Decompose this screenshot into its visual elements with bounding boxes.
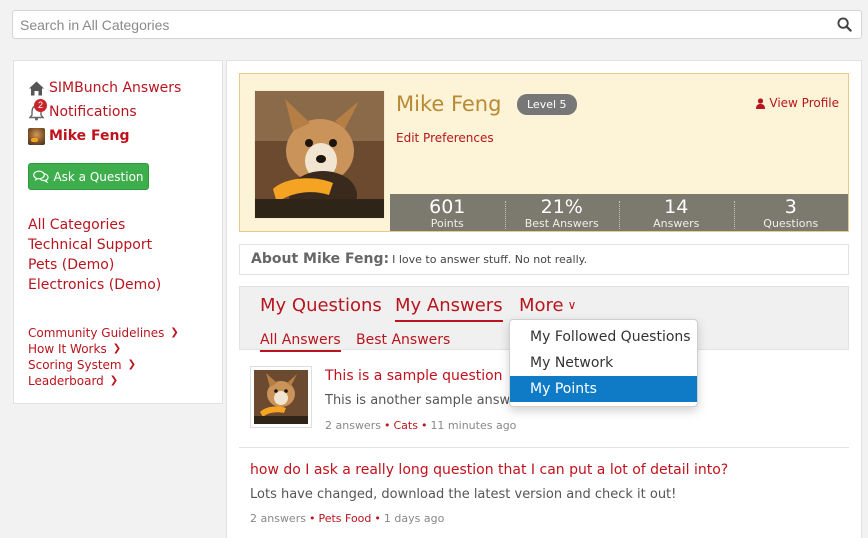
question-meta: 2 answers • Pets Food • 1 days ago (250, 512, 444, 525)
stat-answers[interactable]: 14 Answers (619, 194, 734, 231)
bell-icon: 2 (28, 98, 47, 121)
stat-value: 14 (664, 196, 689, 218)
profile-stats: 601 Points 21% Best Answers 14 Answers 3… (390, 194, 848, 231)
sidebar: SIMBunch Answers 2 Notifications Mike Fe… (13, 60, 223, 404)
ask-question-label: Ask a Question (53, 169, 144, 184)
footer-link-how-it-works[interactable]: How It Works ❯ (28, 341, 121, 357)
level-badge: Level 5 (517, 94, 577, 115)
avatar (28, 127, 45, 145)
notification-badge: 2 (34, 98, 47, 112)
list-item: how do I ask a really long question that… (239, 449, 849, 538)
profile-avatar (254, 90, 385, 219)
search-bar (12, 10, 862, 39)
search-input[interactable] (13, 11, 833, 38)
meta-separator: • (420, 419, 428, 432)
question-title-link[interactable]: how do I ask a really long question that… (250, 462, 728, 478)
tab-my-questions[interactable]: My Questions (260, 295, 382, 320)
footer-link-scoring[interactable]: Scoring System ❯ (28, 357, 136, 373)
about-text: I love to answer stuff. No not really. (392, 253, 588, 266)
category-link[interactable]: Pets Food (318, 512, 371, 525)
footer-link-label: Community Guidelines (28, 326, 165, 340)
main-content: Mike Feng Level 5 View Profile Edit Pref… (226, 60, 862, 538)
stat-value: 601 (429, 196, 466, 218)
timestamp: 11 minutes ago (430, 419, 517, 432)
footer-link-leaderboard[interactable]: Leaderboard ❯ (28, 373, 118, 389)
about-label: About Mike Feng: (251, 251, 390, 267)
category-link-electronics[interactable]: Electronics (Demo) (28, 275, 161, 295)
category-link[interactable]: Cats (393, 419, 417, 432)
stat-value: 3 (784, 196, 797, 218)
stat-label: Questions (763, 217, 819, 230)
stat-label: Answers (653, 217, 700, 230)
notifications-link[interactable]: Notifications (49, 104, 137, 120)
category-link-pets[interactable]: Pets (Demo) (28, 255, 114, 275)
question-title-link[interactable]: This is a sample question (325, 368, 503, 384)
chevron-right-icon: ❯ (112, 343, 122, 354)
sidebar-item-user[interactable]: Mike Feng (28, 126, 130, 146)
subtab-all-answers[interactable]: All Answers (260, 332, 341, 352)
question-avatar[interactable] (250, 366, 312, 428)
stat-label: Points (430, 217, 464, 230)
menu-item-followed-questions[interactable]: My Followed Questions (510, 324, 697, 350)
stat-value: 21% (540, 196, 583, 218)
timestamp: 1 days ago (383, 512, 445, 525)
stat-label: Best Answers (524, 217, 599, 230)
view-profile-label: View Profile (769, 96, 839, 110)
about-section: About Mike Feng: I love to answer stuff. … (239, 244, 849, 275)
category-link-technical-support[interactable]: Technical Support (28, 235, 152, 255)
tab-my-answers[interactable]: My Answers (395, 295, 503, 322)
meta-separator: • (308, 512, 316, 525)
chevron-down-icon: ∨ (567, 298, 577, 312)
tab-more-label: More (519, 295, 564, 316)
home-icon (29, 81, 44, 95)
user-icon (756, 97, 766, 109)
chevron-right-icon: ❯ (127, 359, 136, 370)
stat-best-answers[interactable]: 21% Best Answers (504, 194, 620, 231)
sidebar-item-notifications[interactable]: 2 Notifications (28, 98, 137, 122)
category-link-all[interactable]: All Categories (28, 215, 125, 235)
chat-icon (33, 170, 50, 183)
dog-thumbnail (254, 370, 308, 424)
footer-link-label: How It Works (28, 342, 107, 356)
edit-preferences-link[interactable]: Edit Preferences (396, 131, 494, 145)
dog-photo (255, 91, 384, 218)
subtab-best-answers[interactable]: Best Answers (356, 332, 450, 350)
stat-questions[interactable]: 3 Questions (733, 194, 849, 231)
chevron-right-icon: ❯ (170, 327, 179, 338)
footer-link-label: Leaderboard (28, 374, 104, 388)
chevron-right-icon: ❯ (109, 375, 119, 386)
tab-more[interactable]: More ∨ (519, 295, 576, 320)
menu-item-my-network[interactable]: My Network (510, 350, 697, 376)
profile-name: Mike Feng (396, 92, 502, 116)
user-name-link[interactable]: Mike Feng (49, 128, 130, 144)
question-snippet: Lots have changed, download the latest v… (250, 487, 677, 502)
meta-separator: • (383, 419, 391, 432)
ask-question-button[interactable]: Ask a Question (28, 163, 149, 190)
sidebar-item-home[interactable]: SIMBunch Answers (28, 78, 181, 98)
stat-points[interactable]: 601 Points (390, 194, 505, 231)
question-meta: 2 answers • Cats • 11 minutes ago (325, 419, 516, 432)
meta-separator: • (374, 512, 381, 525)
site-name-link[interactable]: SIMBunch Answers (49, 80, 181, 96)
search-icon[interactable] (837, 17, 852, 32)
footer-link-label: Scoring System (28, 358, 122, 372)
answer-count: 2 answers (250, 512, 306, 525)
footer-link-guidelines[interactable]: Community Guidelines ❯ (28, 325, 179, 341)
view-profile-link[interactable]: View Profile (756, 96, 839, 110)
answer-count: 2 answers (325, 419, 381, 432)
question-snippet: This is another sample answer (325, 393, 524, 408)
profile-card: Mike Feng Level 5 View Profile Edit Pref… (239, 73, 849, 232)
menu-item-my-points[interactable]: My Points (510, 376, 697, 402)
more-dropdown-menu: My Followed Questions My Network My Poin… (509, 319, 698, 407)
